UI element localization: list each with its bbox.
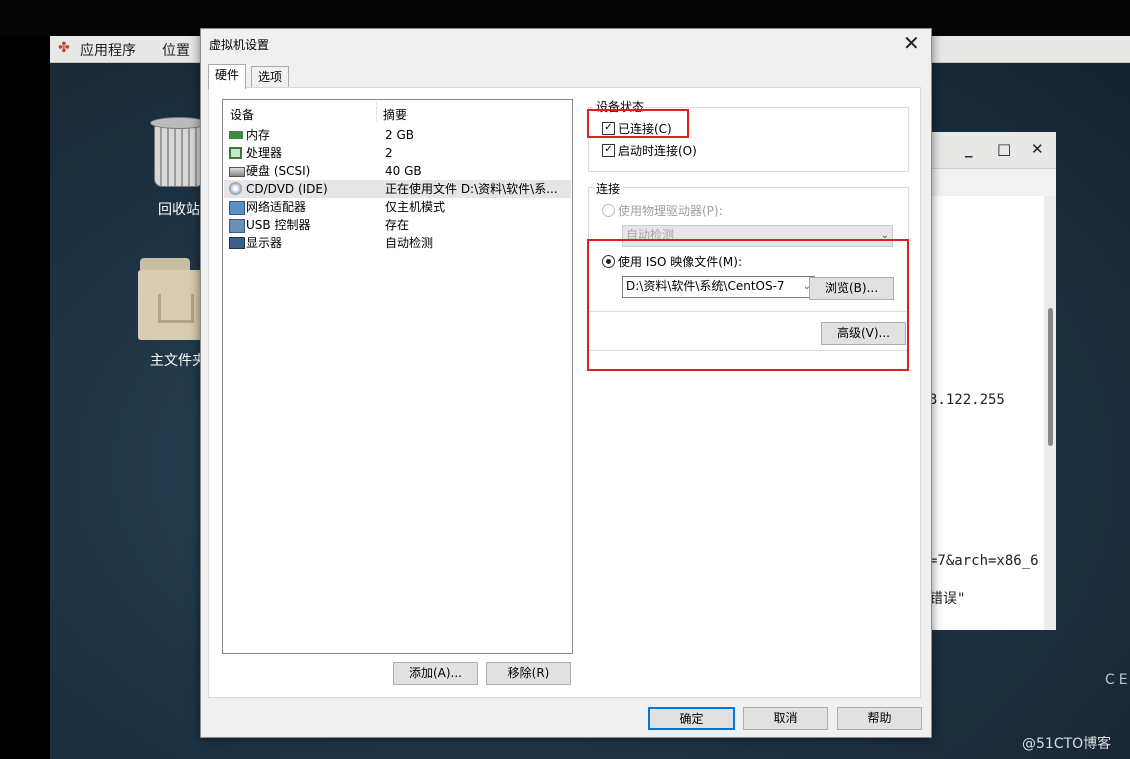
device-column-header[interactable]: 设备 xyxy=(230,106,254,123)
cpu-icon xyxy=(229,147,242,159)
device-row-cddvd[interactable]: CD/DVD (IDE) 正在使用文件 D:\资料\软件\系... xyxy=(224,180,571,198)
connection-label: 连接 xyxy=(594,180,623,197)
monitor-icon xyxy=(229,237,245,249)
device-row-network[interactable]: 网络适配器 仅主机模式 xyxy=(224,198,571,216)
remove-device-button[interactable]: 移除(R) xyxy=(486,662,571,685)
device-summary: 自动检测 xyxy=(385,236,434,250)
device-name: 内存 xyxy=(246,128,271,142)
tab-options[interactable]: 选项 xyxy=(251,66,290,88)
applications-menu[interactable]: 应用程序 xyxy=(80,40,136,60)
tab-hardware[interactable]: 硬件 xyxy=(208,64,247,89)
minimize-icon[interactable]: _ xyxy=(965,140,973,158)
device-summary: 存在 xyxy=(385,218,410,232)
device-name: 网络适配器 xyxy=(246,200,307,214)
terminal-output[interactable]: 3.122.255 =7&arch=x86_6 错误" xyxy=(929,196,1044,630)
device-summary: 2 xyxy=(385,146,393,160)
cd-icon xyxy=(229,182,242,195)
terminal-window[interactable]: _ □ ✕ 3.122.255 =7&arch=x86_6 错误" xyxy=(928,132,1056,630)
device-name: 硬盘 (SCSI) xyxy=(246,164,311,178)
physical-drive-label[interactable]: 使用物理驱动器(P): xyxy=(618,202,723,219)
device-row-display[interactable]: 显示器 自动检测 xyxy=(224,234,571,252)
device-name: 显示器 xyxy=(246,236,283,250)
device-row-usb[interactable]: USB 控制器 存在 xyxy=(224,216,571,234)
watermark: @51CTO博客 xyxy=(1022,736,1112,752)
trash-icon[interactable] xyxy=(150,115,208,189)
highlight-box-iso xyxy=(587,239,909,371)
device-name: CD/DVD (IDE) xyxy=(246,182,328,196)
memory-icon xyxy=(229,131,243,139)
device-name: USB 控制器 xyxy=(246,218,311,232)
device-name: 处理器 xyxy=(246,146,283,160)
terminal-line: =7&arch=x86_6 xyxy=(929,553,1039,569)
connect-at-power-on-checkbox[interactable]: ✓ xyxy=(602,144,615,157)
terminal-titlebar: _ □ ✕ xyxy=(929,132,1056,169)
harddisk-icon xyxy=(229,167,245,177)
close-icon[interactable]: ✕ xyxy=(1031,140,1044,158)
device-row-memory[interactable]: 内存 2 GB xyxy=(224,126,571,144)
add-device-button[interactable]: 添加(A)... xyxy=(393,662,478,685)
terminal-scrollbar[interactable] xyxy=(1044,196,1056,630)
terminal-line: 错误" xyxy=(929,591,966,607)
device-summary: 40 GB xyxy=(385,164,422,178)
home-folder-icon[interactable] xyxy=(138,258,208,342)
physical-drive-radio[interactable] xyxy=(602,204,615,217)
device-row-harddisk[interactable]: 硬盘 (SCSI) 40 GB xyxy=(224,162,571,180)
ok-button[interactable]: 确定 xyxy=(648,707,735,730)
network-icon xyxy=(229,201,245,215)
cancel-button[interactable]: 取消 xyxy=(743,707,828,730)
terminal-line: 3.122.255 xyxy=(929,392,1005,408)
left-black-strip xyxy=(0,36,50,759)
maximize-icon[interactable]: □ xyxy=(997,140,1011,158)
dialog-title: 虚拟机设置 xyxy=(209,38,270,52)
device-summary: 仅主机模式 xyxy=(385,200,446,214)
scroll-thumb[interactable] xyxy=(1048,308,1053,446)
connect-at-power-on-label[interactable]: 启动时连接(O) xyxy=(618,142,697,159)
device-list[interactable]: 设备 摘要 内存 2 GB 处理器 2 硬盘 (SCSI) 40 GB CD/D… xyxy=(222,99,573,654)
help-button[interactable]: 帮助 xyxy=(837,707,922,730)
corner-text: CE xyxy=(1105,672,1130,688)
apps-menu-icon[interactable]: ✤ xyxy=(58,40,70,56)
highlight-box-connected xyxy=(587,109,689,138)
places-menu[interactable]: 位置 xyxy=(162,40,190,60)
summary-column-header[interactable]: 摘要 xyxy=(383,106,407,123)
usb-icon xyxy=(229,219,245,233)
vm-settings-dialog: 虚拟机设置 ✕ 硬件 选项 设备 摘要 内存 2 GB 处理器 2 硬盘 (SC… xyxy=(200,28,932,738)
device-summary: 2 GB xyxy=(385,128,414,142)
device-summary: 正在使用文件 D:\资料\软件\系... xyxy=(385,182,558,196)
close-icon[interactable]: ✕ xyxy=(903,31,920,55)
device-row-cpu[interactable]: 处理器 2 xyxy=(224,144,571,162)
